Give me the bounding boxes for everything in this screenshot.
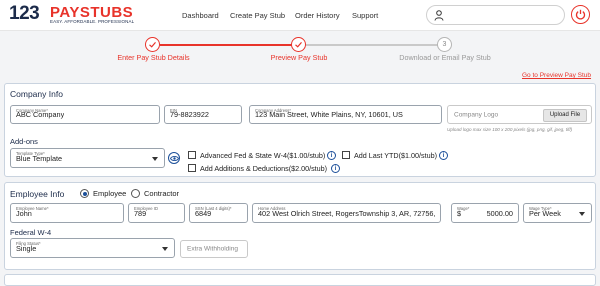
preview-pay-stub-link[interactable]: Go to Preview Pay Stub	[522, 72, 591, 79]
template-type-value: Blue Template	[16, 154, 63, 163]
step-2-label: Preview Pay Stub	[270, 53, 328, 62]
federal-w4-title: Federal W-4	[10, 228, 52, 237]
logo-word: PAYSTUBS	[50, 4, 134, 21]
employee-info-title: Employee Info	[10, 189, 65, 199]
upload-file-button[interactable]: Upload File	[543, 109, 587, 122]
employee-id-field[interactable]: Employee ID 789	[128, 203, 185, 223]
employee-info-section: Employee Info Employee Contractor Employ…	[4, 182, 596, 270]
company-address-value: 123 Main Street, White Plains, NY, 10601…	[255, 110, 403, 119]
logo-tagline: EASY. AFFORDABLE. PROFESSIONAL	[50, 19, 135, 24]
wage-type-value: Per Week	[529, 209, 561, 218]
step-connector-1	[160, 44, 298, 46]
last-ytd-checkbox[interactable]	[342, 151, 350, 159]
employee-radio[interactable]	[80, 189, 89, 198]
additions-deductions-checkbox[interactable]	[188, 164, 196, 172]
step-connector-2	[306, 44, 443, 46]
advanced-w4-label: Advanced Fed & State W-4($1.00/stub)	[200, 151, 326, 160]
employee-name-field[interactable]: Employee Name* John	[10, 203, 124, 223]
ssn-field[interactable]: SSN (Last 4 digits)* 6849	[189, 203, 248, 223]
user-icon	[434, 10, 444, 21]
employee-radio-label: Employee	[93, 189, 127, 198]
company-name-field[interactable]: Company Name* ABC Company	[10, 105, 160, 124]
step-3-label: Download or Email Pay Stub	[399, 53, 491, 62]
wage-type-select[interactable]: Wage Type* Per Week	[523, 203, 592, 223]
chevron-down-icon	[152, 157, 158, 161]
company-address-field[interactable]: Company Address* 123 Main Street, White …	[249, 105, 442, 124]
logo-upload-hint: Upload logo max size 100 x 200 pixels (j…	[447, 127, 573, 132]
extra-withholding-placeholder: Extra Withholding	[187, 245, 238, 253]
info-icon[interactable]: i	[439, 151, 448, 160]
company-name-value: ABC Company	[16, 110, 65, 119]
home-address-value: 402 West Olrich Street, RogersTownship 3…	[258, 209, 436, 218]
step-1-marker[interactable]	[145, 37, 160, 52]
company-logo-field[interactable]: Company Logo Upload File	[447, 105, 592, 124]
check-icon	[149, 42, 156, 48]
last-ytd-label: Add Last YTD($1.00/stub)	[354, 151, 437, 160]
additions-deductions-label: Add Additions & Deductions($2.00/stub)	[200, 164, 328, 173]
power-icon	[575, 9, 586, 20]
contractor-radio[interactable]	[131, 189, 140, 198]
step-2-marker[interactable]	[291, 37, 306, 52]
nav-support[interactable]: Support	[352, 11, 378, 20]
check-icon	[295, 42, 302, 48]
eye-icon	[170, 156, 179, 161]
home-address-field[interactable]: Home Address 402 West Olrich Street, Rog…	[252, 203, 441, 223]
filing-status-value: Single	[16, 244, 37, 253]
wage-currency: $	[457, 209, 462, 218]
employee-id-value: 789	[134, 209, 147, 218]
wage-field[interactable]: Wage* $ 5000.00	[451, 203, 519, 223]
company-info-section: Company Info Company Name* ABC Company E…	[4, 83, 596, 177]
info-icon[interactable]: i	[327, 151, 336, 160]
addons-title: Add-ons	[10, 137, 38, 146]
chevron-down-icon	[579, 212, 585, 216]
info-icon[interactable]: i	[331, 164, 340, 173]
preview-template-button[interactable]	[168, 152, 180, 164]
top-navigation-bar: 123 PAYSTUBS EASY. AFFORDABLE. PROFESSIO…	[0, 0, 600, 31]
nav-dashboard[interactable]: Dashboard	[182, 11, 219, 20]
chevron-down-icon	[162, 247, 168, 251]
nav-order-history[interactable]: Order History	[295, 11, 340, 20]
company-logo-placeholder: Company Logo	[454, 111, 499, 118]
contractor-radio-label: Contractor	[144, 189, 180, 198]
nav-create-pay-stub[interactable]: Create Pay Stub	[230, 11, 285, 20]
filing-status-select[interactable]: Filing Status* Single	[10, 238, 175, 258]
template-type-select[interactable]: Template Type* Blue Template	[10, 148, 165, 168]
next-section	[4, 274, 596, 286]
logo-number: 123	[9, 3, 40, 24]
ssn-value: 6849	[195, 209, 212, 218]
ein-field[interactable]: EIN 79-8823922	[164, 105, 242, 124]
ein-value: 79-8823922	[170, 110, 209, 119]
company-info-title: Company Info	[10, 89, 63, 99]
advanced-w4-checkbox[interactable]	[188, 151, 196, 159]
user-account-field[interactable]	[426, 5, 565, 25]
step-1-label: Enter Pay Stub Details	[117, 53, 190, 62]
wage-value: 5000.00	[486, 209, 513, 218]
step-3-marker[interactable]: 3	[437, 37, 452, 52]
employee-name-value: John	[16, 209, 32, 218]
progress-stepper: 3 Enter Pay Stub Details Preview Pay Stu…	[0, 31, 600, 83]
logout-button[interactable]	[571, 5, 590, 24]
extra-withholding-field[interactable]: Extra Withholding	[180, 240, 248, 258]
